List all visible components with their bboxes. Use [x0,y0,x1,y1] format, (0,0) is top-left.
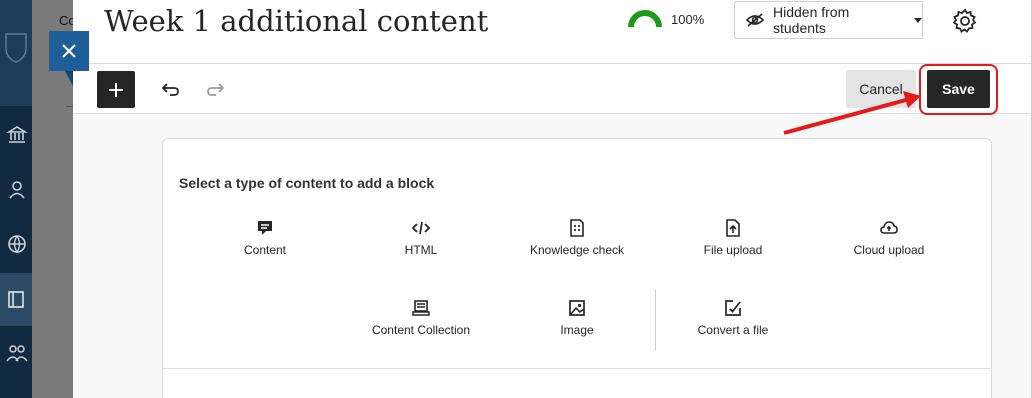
user-icon[interactable] [4,176,30,202]
option-image[interactable]: Image [512,299,642,345]
save-button[interactable]: Save [927,70,990,108]
cancel-button[interactable]: Cancel [846,70,916,108]
content-icon [258,221,272,235]
option-html[interactable]: HTML [356,219,486,265]
redo-button[interactable] [203,77,227,101]
gear-icon[interactable] [951,7,979,35]
groups-icon[interactable] [4,340,30,366]
option-knowledge-check[interactable]: Knowledge check [512,219,642,265]
close-tab-tail [65,71,73,86]
block-type-picker: Select a type of content to add a block … [162,138,992,398]
progress-indicator: 100% [627,9,704,29]
page-title: Week 1 additional content [104,4,489,38]
undo-button[interactable] [159,77,183,101]
option-label: Cloud upload [853,243,925,257]
option-label: HTML [404,243,438,257]
option-content[interactable]: Content [200,219,330,265]
option-label: Image [560,323,594,337]
option-convert-file[interactable]: Convert a file [668,299,798,345]
breadcrumb: Co [59,13,73,28]
sidebar-divider [0,325,32,326]
progress-gauge-icon [628,10,662,28]
knowledge-check-icon [570,219,584,237]
option-file-upload[interactable]: File upload [668,219,798,265]
option-content-collection[interactable]: Content Collection [356,299,486,345]
option-label: Knowledge check [529,243,625,257]
panel-header: Week 1 additional content 100% Hidden fr… [73,0,1031,64]
option-label: Content Collection [371,323,471,337]
courses-icon[interactable] [0,273,32,325]
picker-prompt: Select a type of content to add a block [179,175,435,191]
option-cloud-upload[interactable]: Cloud upload [824,219,954,265]
cloud-upload-icon [880,221,898,234]
institution-icon[interactable] [4,122,30,148]
eye-off-icon [745,13,765,27]
close-icon [62,44,76,58]
chevron-down-icon [914,17,922,23]
close-tab-body [49,31,89,71]
option-label: File upload [703,243,763,257]
progress-label: 100% [671,11,705,27]
content-editor-panel: Week 1 additional content 100% Hidden fr… [73,0,1032,398]
background-divider [66,106,73,107]
card-divider [163,368,991,369]
editor-toolbar: Cancel Save [73,64,1031,115]
visibility-label: Hidden from students [772,4,850,36]
plus-icon [109,82,123,97]
option-separator [655,289,656,351]
redo-icon [207,83,225,96]
image-icon [569,300,585,316]
globe-icon[interactable] [4,231,30,257]
code-icon [412,221,430,235]
convert-file-icon [725,300,741,316]
add-block-button[interactable] [97,71,135,108]
close-panel-button[interactable] [49,31,89,86]
undo-icon [161,83,179,96]
content-collection-icon [412,300,430,316]
app-sidebar [0,0,32,398]
institution-logo [0,0,32,106]
visibility-dropdown[interactable]: Hidden from students [734,1,923,39]
option-label: Convert a file [697,323,769,337]
content-area: Select a type of content to add a block … [73,115,1031,398]
file-upload-icon [726,219,740,237]
option-label: Content [243,243,287,257]
